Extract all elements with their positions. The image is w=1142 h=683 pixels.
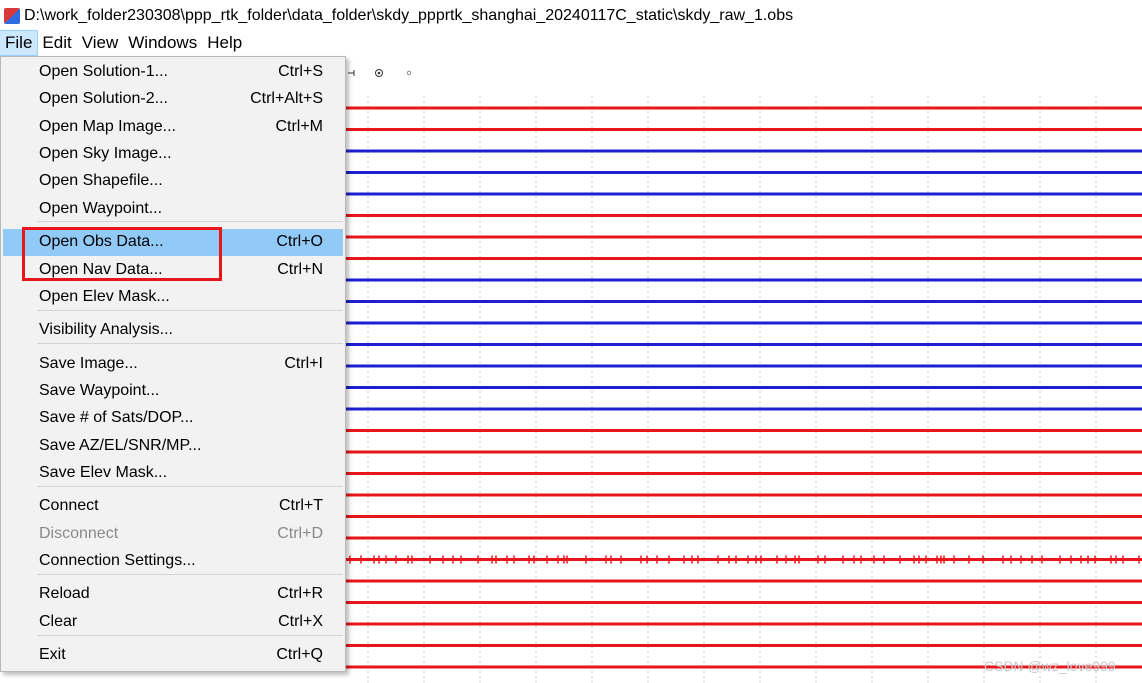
toolbar <box>340 56 1142 96</box>
annotation-highlight-box <box>22 227 222 281</box>
file-menu-dropdown: Open Solution-1... Ctrl+S Open Solution-2.… <box>0 56 346 672</box>
menu-item-label: Save # of Sats/DOP... <box>39 409 194 426</box>
menu-separator <box>37 486 343 487</box>
menu-item-shortcut: Ctrl+R <box>277 585 323 602</box>
menu-item-disconnect: Disconnect Ctrl+D <box>3 521 343 548</box>
menu-item-shortcut: Ctrl+S <box>278 63 323 80</box>
menu-separator <box>37 221 343 222</box>
menu-item-label: Save Elev Mask... <box>39 464 168 481</box>
menu-help[interactable]: Help <box>202 31 247 55</box>
menu-item-open-shapefile[interactable]: Open Shapefile... <box>3 168 343 195</box>
menu-item-save-waypoint[interactable]: Save Waypoint... <box>3 378 343 405</box>
menu-separator <box>37 635 343 636</box>
menu-item-label: Exit <box>39 646 66 663</box>
menu-separator <box>37 310 343 311</box>
menu-item-clear[interactable]: Clear Ctrl+X <box>3 609 343 636</box>
menu-item-shortcut: Ctrl+X <box>278 613 323 630</box>
menu-item-label: Connect <box>39 497 99 514</box>
menu-file[interactable]: File <box>0 30 39 56</box>
menu-item-connect[interactable]: Connect Ctrl+T <box>3 493 343 520</box>
menu-item-open-map-image[interactable]: Open Map Image... Ctrl+M <box>3 114 343 141</box>
window-title: D:\work_folder230308\ppp_rtk_folder\data… <box>24 6 794 24</box>
title-bar: D:\work_folder230308\ppp_rtk_folder\data… <box>0 0 1142 31</box>
target-icon[interactable] <box>375 69 383 77</box>
menu-item-open-waypoint[interactable]: Open Waypoint... <box>3 196 343 223</box>
menu-item-label: Save Waypoint... <box>39 382 160 399</box>
menu-item-label: Visibility Analysis... <box>39 321 173 338</box>
menu-item-save-image[interactable]: Save Image... Ctrl+I <box>3 351 343 378</box>
menu-item-shortcut: Ctrl+T <box>279 497 323 514</box>
satellite-lines <box>346 106 1142 669</box>
menu-item-shortcut: Ctrl+O <box>276 233 323 250</box>
menu-item-shortcut: Ctrl+Q <box>276 646 323 663</box>
toolbar-icons <box>348 69 412 77</box>
menu-item-label: Open Solution-1... <box>39 63 168 80</box>
menu-item-reload[interactable]: Reload Ctrl+R <box>3 581 343 608</box>
menu-item-label: Save Image... <box>39 355 138 372</box>
menu-separator <box>37 574 343 575</box>
menu-item-exit[interactable]: Exit Ctrl+Q <box>3 642 343 669</box>
menu-item-open-solution-1[interactable]: Open Solution-1... Ctrl+S <box>3 59 343 86</box>
menu-item-save-elev-mask[interactable]: Save Elev Mask... <box>3 460 343 487</box>
watermark: CSDN @wz_love999 <box>984 658 1116 674</box>
menu-item-label: Open Solution-2... <box>39 90 168 107</box>
menu-edit[interactable]: Edit <box>37 31 76 55</box>
menu-item-open-solution-2[interactable]: Open Solution-2... Ctrl+Alt+S <box>3 86 343 113</box>
menu-item-shortcut: Ctrl+I <box>284 355 323 372</box>
small-circle-icon[interactable] <box>406 70 412 76</box>
menu-item-label: Connection Settings... <box>39 552 196 569</box>
menu-view[interactable]: View <box>77 31 124 55</box>
menu-item-label: Reload <box>39 585 90 602</box>
menu-item-connection-settings[interactable]: Connection Settings... <box>3 548 343 575</box>
menu-item-label: Disconnect <box>39 525 119 542</box>
menu-item-save-az-el-snr-mp[interactable]: Save AZ/EL/SNR/MP... <box>3 433 343 460</box>
menu-item-label: Open Map Image... <box>39 118 176 135</box>
menu-item-open-elev-mask[interactable]: Open Elev Mask... <box>3 284 343 311</box>
menu-item-visibility-analysis[interactable]: Visibility Analysis... <box>3 317 343 344</box>
menu-item-label: Open Sky Image... <box>39 145 172 162</box>
plot-grid <box>367 96 1097 683</box>
menu-item-shortcut: Ctrl+M <box>275 118 323 135</box>
app-icon <box>4 7 20 24</box>
menu-item-shortcut: Ctrl+Alt+S <box>250 90 323 107</box>
menu-windows[interactable]: Windows <box>123 31 202 55</box>
menu-item-open-sky-image[interactable]: Open Sky Image... <box>3 141 343 168</box>
menu-item-save-of-sats-dop[interactable]: Save # of Sats/DOP... <box>3 405 343 432</box>
menu-item-shortcut: Ctrl+D <box>277 525 323 542</box>
app-window: { "window": { "title": "D:\\work_folder2… <box>0 0 1142 683</box>
menu-item-label: Open Shapefile... <box>39 172 163 189</box>
menu-separator <box>37 343 343 344</box>
menu-item-label: Save AZ/EL/SNR/MP... <box>39 437 202 454</box>
menu-bar: File Edit View Windows Help <box>0 30 1142 56</box>
menu-item-shortcut: Ctrl+N <box>277 261 323 278</box>
menu-item-label: Clear <box>39 613 78 630</box>
menu-item-label: Open Elev Mask... <box>39 288 170 305</box>
menu-item-label: Open Waypoint... <box>39 200 163 217</box>
range-icon[interactable] <box>348 70 355 76</box>
